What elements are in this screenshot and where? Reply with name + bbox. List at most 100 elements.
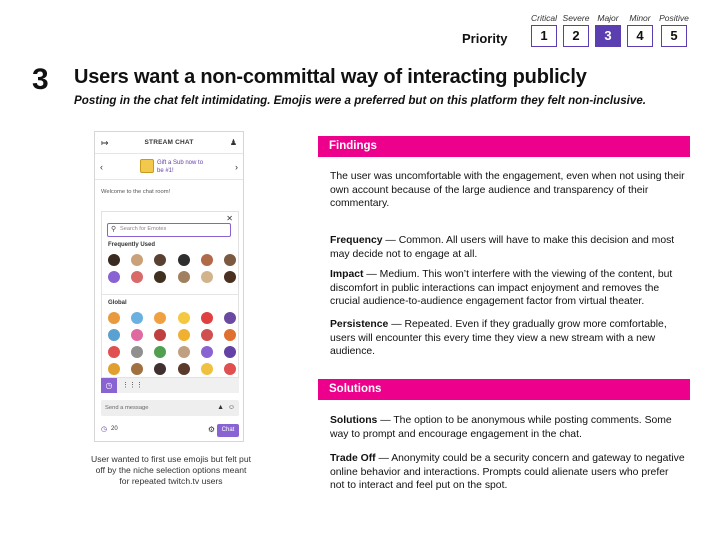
level-name: Positive [659,13,689,23]
emote[interactable] [131,346,144,358]
frequency-paragraph: Frequency — Common. All users will have … [330,234,685,261]
bits-icon[interactable]: ▲ [217,400,224,416]
level-name: Critical [531,13,557,23]
emote[interactable] [177,363,190,375]
chevron-left-icon[interactable]: ‹ [100,162,103,172]
emote[interactable] [223,271,236,283]
level-box-selected: 3 [595,25,621,47]
frequency-label: Frequency [330,235,383,246]
points-icon[interactable]: ◷ [101,425,107,433]
emote-tabs: ◷ ⋮⋮⋮ [101,378,239,393]
emote[interactable] [154,271,167,283]
search-icon: ⚲ [111,226,117,233]
emote[interactable] [200,271,213,283]
emote[interactable] [177,312,190,324]
emote[interactable] [108,312,120,324]
emote[interactable] [154,346,167,358]
emote-row [108,363,236,375]
emote[interactable] [154,254,167,266]
send-message-input[interactable]: Send a message ▲ ☺ [101,400,239,416]
emote[interactable] [154,363,167,375]
emote-row [108,271,236,283]
solutions-header: Solutions [318,379,690,400]
tradeoff-text: — Anonymity could be a security concern … [330,453,685,492]
grid-tab-icon[interactable]: ⋮⋮⋮ [122,381,143,389]
emote[interactable] [154,312,167,324]
priority-level-positive: Positive 5 [656,12,692,47]
finding-number: 3 [32,63,49,96]
emote[interactable] [200,254,213,266]
points-count: 20 [111,426,118,432]
priority-label: Priority [462,31,508,46]
solutions-paragraph: Solutions — The option to be anonymous w… [330,414,685,441]
impact-paragraph: Impact — Medium. This won’t interfere wi… [330,268,685,309]
level-name: Major [597,13,619,23]
chat-button[interactable]: Chat [217,424,239,437]
recent-tab-clock-icon[interactable]: ◷ [101,378,117,393]
emote[interactable] [154,329,167,341]
emote[interactable] [223,346,236,358]
emote[interactable] [131,329,144,341]
emote[interactable] [223,363,236,375]
close-icon[interactable]: ✕ [226,214,233,223]
priority-level-severe: Severe 2 [558,12,594,47]
gear-icon[interactable]: ⚙ [208,425,215,434]
emote[interactable] [108,363,120,375]
level-name: Severe [562,13,590,23]
chat-title: STREAM CHAT [144,139,194,146]
chevron-right-icon[interactable]: › [235,162,238,172]
priority-level-minor: Minor 4 [622,12,658,47]
search-placeholder: Search for Emotes [120,226,167,232]
emote[interactable] [200,312,213,324]
impact-label: Impact [330,269,364,280]
emote[interactable] [223,254,236,266]
emote[interactable] [108,329,120,341]
gift-sub-banner[interactable]: ‹ Gift a Sub now to be #1! › [95,154,243,180]
solutions-label: Solutions [330,415,378,426]
emote[interactable] [223,312,236,324]
priority-level-major: Major 3 [590,12,626,47]
emote[interactable] [131,271,144,283]
findings-header: Findings [318,136,690,157]
welcome-message: Welcome to the chat room! [101,189,171,195]
emote[interactable] [200,363,213,375]
stream-chat-mockup: ↦ STREAM CHAT ♟ ‹ Gift a Sub now to be #… [94,131,244,442]
level-box: 4 [627,25,653,47]
emote[interactable] [200,346,213,358]
level-name: Minor [629,13,651,23]
level-box: 1 [531,25,557,47]
findings-intro: The user was uncomfortable with the enga… [330,171,685,210]
level-box: 5 [661,25,687,47]
emote[interactable] [108,271,120,283]
tradeoff-paragraph: Trade Off — Anonymity could be a securit… [330,452,685,493]
emote[interactable] [108,254,120,266]
emote-row [108,254,236,266]
emote[interactable] [223,329,236,341]
emote[interactable] [177,329,190,341]
chat-header: ↦ STREAM CHAT ♟ [95,132,243,154]
page-subtitle: Posting in the chat felt intimidating. E… [74,94,647,107]
emote-picker: ✕ ⚲ Search for Emotes Frequently Used Gl… [101,211,239,378]
emote-icon[interactable]: ☺ [228,400,235,416]
emote[interactable] [131,312,144,324]
users-icon[interactable]: ♟ [230,138,237,147]
mockup-caption: User wanted to first use emojis but felt… [90,454,251,486]
emote-row [108,329,236,341]
emote-row [108,312,236,324]
solutions-text: — The option to be anonymous while posti… [330,415,672,440]
frequency-text: — Common. All users will have to make th… [330,235,675,260]
chat-footer: ◷ 20 ⚙ Chat [101,424,239,438]
emote[interactable] [177,271,190,283]
global-label: Global [108,300,127,306]
emote[interactable] [177,254,190,266]
priority-level-critical: Critical 1 [526,12,562,47]
emote-row [108,346,236,358]
emote[interactable] [131,363,144,375]
emote[interactable] [131,254,144,266]
emote-search-input[interactable]: ⚲ Search for Emotes [107,223,231,237]
emote[interactable] [200,329,213,341]
impact-text: — Medium. This won’t interfere with the … [330,269,673,308]
emote[interactable] [108,346,120,358]
emote[interactable] [177,346,190,358]
frequently-used-label: Frequently Used [108,242,156,248]
